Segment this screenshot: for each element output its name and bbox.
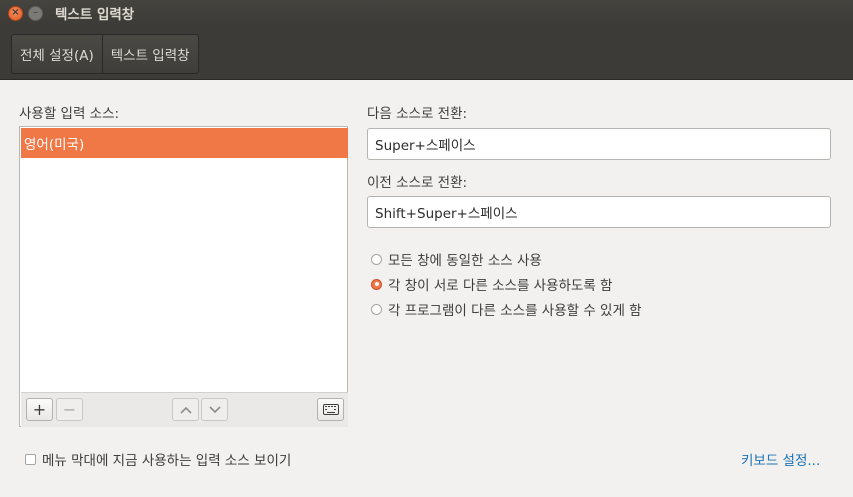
radio-button[interactable]: [371, 253, 382, 265]
prev-source-label: 이전 소스로 전환:: [367, 175, 468, 191]
window-title: 텍스트 입력창: [55, 7, 135, 23]
show-in-menu-label: 메뉴 막대에 지금 사용하는 입력 소스 보이기: [42, 453, 292, 469]
window-titlebar: × – 텍스트 입력창: [0, 0, 853, 26]
show-in-menu-checkbox[interactable]: [25, 453, 36, 465]
keyboard-icon: [322, 404, 339, 415]
radio-button[interactable]: [371, 303, 382, 315]
tab-group: 전체 설정(A) 텍스트 입력창: [11, 34, 199, 74]
mode-option-per-app[interactable]: 각 프로그램이 다른 소스를 사용할 수 있게 함: [371, 299, 642, 319]
tab-global-settings[interactable]: 전체 설정(A): [12, 35, 102, 73]
list-item[interactable]: 영어(미국): [21, 128, 348, 158]
radio-label: 각 프로그램이 다른 소스를 사용할 수 있게 함: [388, 303, 642, 319]
remove-source-button[interactable]: −: [56, 398, 83, 421]
mode-option-per-window[interactable]: 각 창이 서로 다른 소스를 사용하도록 함: [371, 274, 612, 294]
add-source-button[interactable]: +: [26, 398, 53, 421]
close-icon[interactable]: ×: [8, 5, 23, 21]
mode-option-same-source[interactable]: 모든 창에 동일한 소스 사용: [371, 249, 542, 269]
radio-button[interactable]: [371, 278, 382, 290]
input-sources-list[interactable]: 영어(미국) + −: [19, 126, 348, 427]
next-source-shortcut-field[interactable]: Super+스페이스: [367, 128, 831, 160]
keyboard-layout-button[interactable]: [317, 398, 344, 421]
keyboard-settings-link[interactable]: 키보드 설정...: [741, 449, 820, 469]
toolbar: 전체 설정(A) 텍스트 입력창: [0, 26, 853, 80]
prev-source-shortcut-field[interactable]: Shift+Super+스페이스: [367, 196, 831, 228]
chevron-down-icon: [208, 405, 221, 413]
radio-label: 각 창이 서로 다른 소스를 사용하도록 함: [388, 278, 613, 294]
tab-text-entry[interactable]: 텍스트 입력창: [101, 35, 198, 73]
next-source-label: 다음 소스로 전환:: [367, 106, 468, 122]
show-in-menu-option[interactable]: 메뉴 막대에 지금 사용하는 입력 소스 보이기: [25, 449, 291, 469]
move-down-button[interactable]: [201, 398, 228, 421]
move-up-button[interactable]: [172, 398, 199, 421]
input-sources-heading: 사용할 입력 소스:: [19, 106, 120, 122]
radio-label: 모든 창에 동일한 소스 사용: [388, 253, 542, 269]
chevron-up-icon: [179, 406, 192, 414]
list-toolbar: + −: [21, 392, 348, 427]
minimize-icon[interactable]: –: [28, 5, 43, 21]
